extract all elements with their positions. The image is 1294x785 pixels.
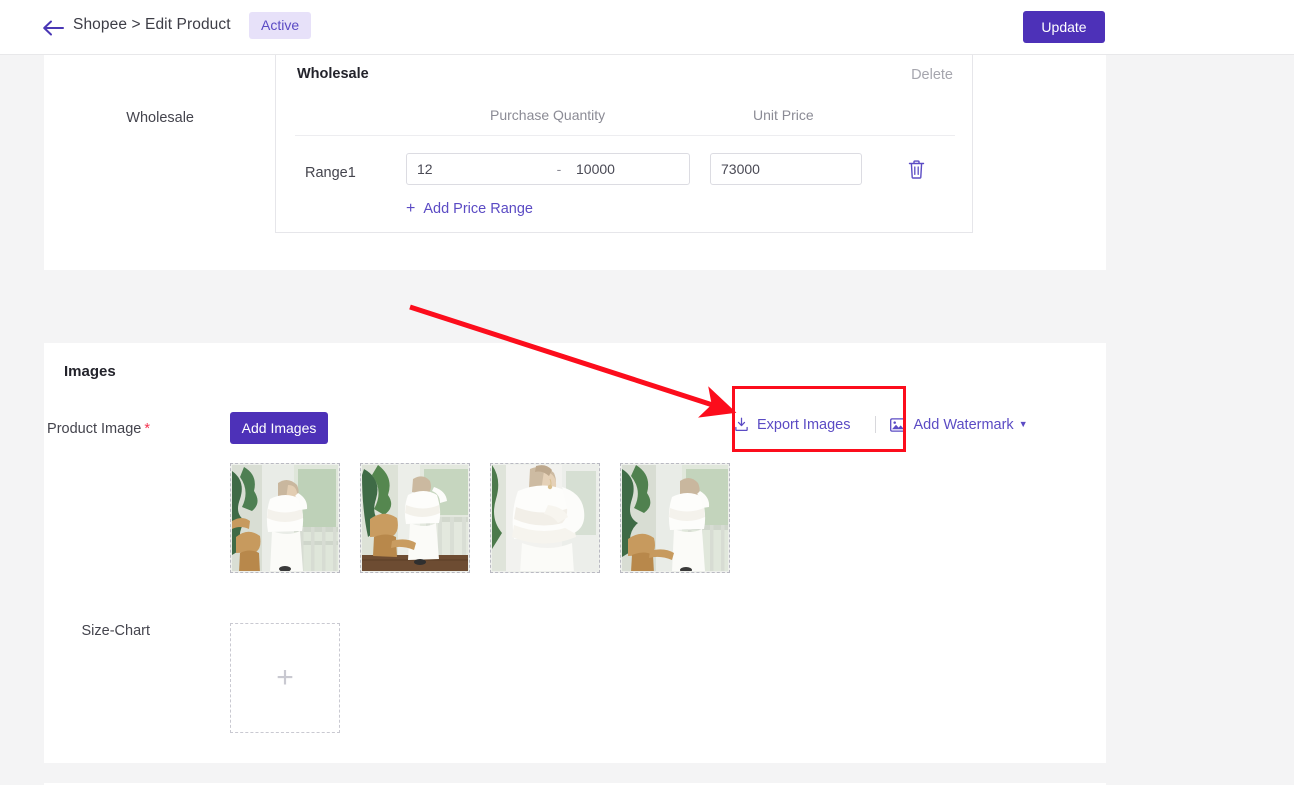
- range-row-label: Range1: [305, 165, 356, 181]
- image-tools: Export Images Add Watermark ▼: [734, 416, 1028, 433]
- export-images-button[interactable]: Export Images: [734, 417, 851, 433]
- quantity-min-input[interactable]: [407, 154, 552, 184]
- product-photo-4: [622, 465, 728, 571]
- wholesale-panel-title: Wholesale: [297, 66, 369, 82]
- top-bar: Shopee > Edit Product Active Update: [0, 0, 1294, 55]
- product-image-thumbnail[interactable]: [230, 463, 340, 573]
- images-section-title: Images: [64, 363, 116, 380]
- add-watermark-button[interactable]: Add Watermark ▼: [889, 416, 1028, 433]
- wholesale-field-label: Wholesale: [126, 110, 194, 126]
- image-icon: [889, 417, 906, 432]
- plus-icon: +: [406, 200, 416, 217]
- section-nav: Basic Information Product Information At…: [1106, 55, 1294, 785]
- add-watermark-label: Add Watermark: [913, 416, 1014, 433]
- product-image-thumbnail[interactable]: [360, 463, 470, 573]
- size-chart-label: Size-Chart: [81, 623, 151, 639]
- add-price-range-label: Add Price Range: [423, 201, 533, 217]
- update-button[interactable]: Update: [1023, 11, 1105, 43]
- download-icon: [734, 417, 749, 432]
- page-root: Shopee > Edit Product Active Update Basi…: [0, 0, 1294, 785]
- trash-icon: [908, 159, 924, 179]
- product-image-label-text: Product Image: [47, 421, 142, 437]
- product-photo-2: [362, 465, 468, 571]
- images-card: Images Product Image * Add Images Export …: [44, 343, 1106, 763]
- status-badge: Active: [249, 12, 312, 39]
- wholesale-panel: Wholesale Delete Purchase Quantity Unit …: [275, 55, 973, 233]
- product-photo-1: [232, 465, 338, 571]
- plus-icon: +: [276, 661, 294, 694]
- column-header-unit-price: Unit Price: [753, 107, 814, 123]
- column-header-purchase-quantity: Purchase Quantity: [490, 107, 606, 123]
- export-images-label: Export Images: [757, 416, 851, 433]
- arrow-left-icon: [43, 20, 64, 36]
- required-asterisk: *: [144, 421, 150, 437]
- content-scroll-area[interactable]: Basic Information Product Information At…: [0, 55, 1294, 785]
- product-image-thumbnail[interactable]: [490, 463, 600, 573]
- product-image-list: [230, 463, 750, 573]
- purchase-quantity-range[interactable]: -: [406, 153, 690, 185]
- unit-price-input[interactable]: [711, 154, 861, 184]
- product-image-label: Product Image *: [44, 421, 150, 437]
- size-chart-upload-button[interactable]: +: [230, 623, 340, 733]
- tool-divider: [874, 416, 876, 433]
- quantity-max-input[interactable]: [566, 154, 686, 184]
- add-price-range-button[interactable]: + Add Price Range: [406, 200, 533, 218]
- delete-range-button[interactable]: [905, 158, 927, 180]
- sales-information-card: Wholesale Wholesale Delete Purchase Quan…: [44, 55, 1106, 270]
- product-photo-3: [492, 465, 598, 571]
- back-button[interactable]: [42, 17, 64, 39]
- unit-price-field[interactable]: [710, 153, 862, 185]
- breadcrumb[interactable]: Shopee > Edit Product: [73, 16, 231, 34]
- product-image-thumbnail[interactable]: [620, 463, 730, 573]
- chevron-down-icon: ▼: [1018, 419, 1028, 429]
- table-divider: [295, 135, 955, 136]
- range-dash: -: [556, 161, 562, 177]
- add-images-button[interactable]: Add Images: [230, 412, 328, 444]
- delete-wholesale-button[interactable]: Delete: [911, 67, 953, 83]
